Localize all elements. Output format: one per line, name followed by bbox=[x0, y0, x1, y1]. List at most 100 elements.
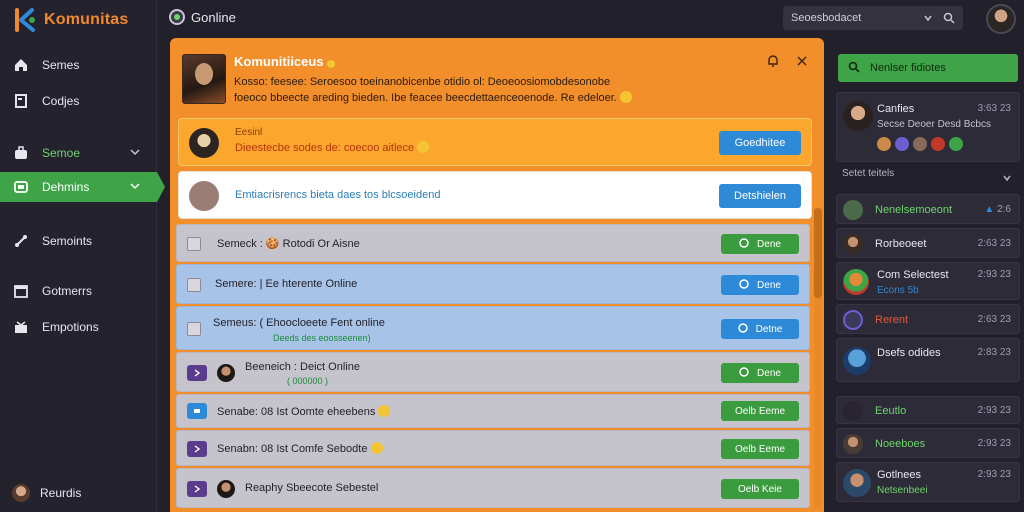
card-time: ▲ 2:6 bbox=[984, 204, 1011, 215]
chevron-down-icon[interactable] bbox=[1002, 170, 1012, 182]
chevron-down-icon[interactable] bbox=[129, 180, 141, 192]
featured-card[interactable]: Canfies 3:63 23 Secse Deoer Desd Bcbcs bbox=[836, 92, 1020, 162]
row-action-button[interactable]: Detne bbox=[721, 319, 799, 339]
member-card[interactable]: Rerent 2:63 23 bbox=[836, 304, 1020, 334]
role-badge-icon bbox=[187, 481, 207, 497]
smile-emoji-icon bbox=[417, 141, 430, 153]
community-avatar bbox=[182, 54, 226, 104]
reaction-icon[interactable] bbox=[949, 137, 963, 151]
app-name: Komunitas bbox=[44, 11, 129, 28]
avatar bbox=[843, 234, 863, 254]
card-subtext: Netsenbeei bbox=[877, 485, 928, 496]
member-card[interactable]: Gotlnees 2:93 23 Netsenbeei bbox=[836, 462, 1020, 502]
banner-action-button[interactable]: Goedhitee bbox=[719, 131, 801, 155]
row-action-button[interactable]: Oelb Keie bbox=[721, 479, 799, 499]
checkbox[interactable] bbox=[187, 322, 201, 336]
card-time: 2:83 23 bbox=[977, 347, 1011, 358]
card-name: Eeutlo bbox=[875, 405, 907, 417]
member-card[interactable]: Dsefs odides 2:83 23 bbox=[836, 338, 1020, 382]
list-item[interactable]: Semeck : 🍪 Rotodi Or Aisne Dene bbox=[176, 224, 810, 262]
sidebar-item-semoe[interactable]: Semoe bbox=[0, 138, 157, 168]
close-icon[interactable] bbox=[796, 54, 808, 66]
checkbox[interactable] bbox=[187, 237, 201, 251]
smile-emoji-icon bbox=[378, 405, 391, 417]
avatar bbox=[217, 364, 235, 382]
info-banner: Emtiacrisrencs bieta daes tos blcsoeiden… bbox=[178, 171, 812, 219]
online-status-icon bbox=[169, 9, 185, 25]
current-user[interactable]: Reurdis bbox=[12, 484, 81, 502]
reaction-icon[interactable] bbox=[877, 137, 891, 151]
scrollbar-thumb[interactable] bbox=[814, 208, 822, 298]
member-card[interactable]: Eeutlo 2:93 23 bbox=[836, 396, 1020, 424]
toggle-icon bbox=[737, 322, 748, 336]
member-card[interactable]: Nenelsemoeont ▲ 2:6 bbox=[836, 194, 1020, 224]
right-panel: Nenlser fidiotes Canfies 3:63 23 Secse D… bbox=[834, 46, 1020, 512]
search-icon[interactable] bbox=[943, 12, 955, 24]
sidebar-item-label: Semoints bbox=[42, 234, 93, 248]
list-item[interactable]: Semeus: ( Ehoocloeete Fent online Deeds … bbox=[176, 306, 810, 350]
sidebar-item-gotmerrs[interactable]: Gotmerrs bbox=[0, 276, 157, 306]
find-members-button[interactable]: Nenlser fidiotes bbox=[838, 54, 1018, 82]
find-members-label: Nenlser fidiotes bbox=[870, 62, 946, 74]
reaction-icon[interactable] bbox=[895, 137, 909, 151]
row-action-button[interactable]: Dene bbox=[721, 234, 799, 254]
bell-icon[interactable] bbox=[766, 54, 780, 68]
link-icon bbox=[14, 234, 28, 248]
sidebar-item-semes[interactable]: Semes bbox=[0, 50, 157, 80]
sidebar-item-label: Dehmins bbox=[42, 180, 90, 194]
sidebar-item-semoints[interactable]: Semoints bbox=[0, 226, 157, 256]
card-time: 2:93 23 bbox=[977, 405, 1011, 416]
card-name: Com Selectest bbox=[877, 269, 949, 281]
profile-avatar[interactable] bbox=[986, 4, 1016, 34]
user-placeholder-icon bbox=[189, 181, 219, 211]
toggle-icon bbox=[739, 366, 749, 380]
avatar bbox=[843, 101, 873, 131]
member-card[interactable]: Noeeboes 2:93 23 bbox=[836, 428, 1020, 458]
smile-emoji-icon bbox=[619, 91, 632, 103]
sidebar-item-codjes[interactable]: Codjes bbox=[0, 86, 157, 116]
list-item[interactable]: Beeneich : Deict Online ( 000000 ) Dene bbox=[176, 352, 810, 392]
list-item[interactable]: Semere: | Ee hterente Online Dene bbox=[176, 264, 810, 304]
chevron-down-icon[interactable] bbox=[923, 13, 933, 23]
member-card[interactable]: Com Selectest 2:93 23 Econs 5b bbox=[836, 262, 1020, 300]
row-action-button[interactable]: Dene bbox=[721, 275, 799, 295]
avatar bbox=[843, 310, 863, 330]
chevron-down-icon[interactable] bbox=[129, 146, 141, 158]
checkbox[interactable] bbox=[187, 278, 201, 292]
sidebar-item-label: Semes bbox=[42, 58, 80, 72]
sidebar-item-dehmins[interactable]: Dehmins bbox=[0, 172, 165, 202]
list-item[interactable]: Senabe: 08 Ist Oomte eheebens Oelb Eeme bbox=[176, 394, 810, 428]
card-name: Rorbeoeet bbox=[875, 238, 927, 250]
list-item-text: Senabn: 08 Ist Comfe Sebodte bbox=[217, 442, 383, 455]
row-action-button[interactable]: Oelb Eeme bbox=[721, 439, 799, 459]
member-card[interactable]: Rorbeoeet 2:63 23 bbox=[836, 228, 1020, 258]
sidebar-item-empotions[interactable]: Empotions bbox=[0, 312, 157, 342]
list-item-text: Semeus: ( Ehoocloeete Fent online bbox=[213, 317, 385, 329]
row-action-button[interactable]: Oelb Eeme bbox=[721, 401, 799, 421]
card-name: Gotlnees bbox=[877, 469, 922, 481]
banner-label: Eesinl bbox=[235, 127, 263, 138]
search-input[interactable]: Seoesbodacet bbox=[783, 6, 963, 30]
reaction-icon[interactable] bbox=[913, 137, 927, 151]
home-icon bbox=[14, 58, 28, 72]
avatar bbox=[843, 469, 871, 497]
row-action-button[interactable]: Dene bbox=[721, 363, 799, 383]
card-subtext: Secse Deoer Desd Bcbcs bbox=[877, 119, 991, 130]
list-item-text: Senabe: 08 Ist Oomte eheebens bbox=[217, 405, 391, 418]
gift-icon bbox=[14, 320, 28, 334]
komunitas-logo-icon bbox=[12, 7, 38, 33]
reaction-list bbox=[877, 137, 963, 151]
community-icon bbox=[14, 180, 28, 194]
card-subtext: Econs 5b bbox=[877, 285, 919, 296]
list-item[interactable]: Senabn: 08 Ist Comfe Sebodte Oelb Eeme bbox=[176, 430, 810, 466]
reaction-icon[interactable] bbox=[931, 137, 945, 151]
banner-action-button[interactable]: Detshielen bbox=[719, 184, 801, 208]
avatar bbox=[843, 269, 869, 295]
list-item-text: Semeck : 🍪 Rotodi Or Aisne bbox=[217, 238, 360, 250]
brand[interactable]: Komunitas bbox=[12, 6, 128, 34]
list-item-text: Beeneich : Deict Online bbox=[245, 361, 360, 373]
list-item[interactable]: Reaphy Sbeecote Sebestel Oelb Keie bbox=[176, 468, 810, 508]
page-title: Gonline bbox=[169, 9, 236, 25]
sidebar-item-label: Gotmerrs bbox=[42, 284, 93, 298]
card-name: Nenelsemoeont bbox=[875, 204, 953, 216]
